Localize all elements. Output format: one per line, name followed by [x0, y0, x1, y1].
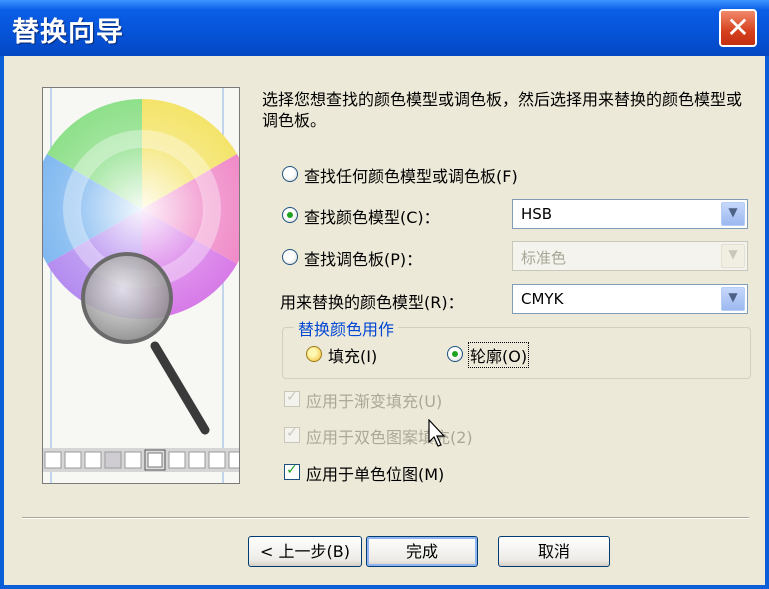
radio-find-color-model-label[interactable]: 查找颜色模型(C)： [304, 204, 440, 228]
checkbox-gradient-fill: ✓ [284, 389, 300, 407]
back-button[interactable]: < 上一步(B) [248, 536, 362, 567]
radio-find-palette-label[interactable]: 查找调色板(P)： [304, 246, 422, 270]
radio-find-color-model[interactable] [282, 207, 298, 223]
dropdown-button-disabled: ▼ [721, 244, 745, 268]
find-color-model-select[interactable]: HSB ▼ [512, 199, 748, 229]
radio-outline-label[interactable]: 轮廓(O) [468, 342, 530, 368]
preview-image [42, 87, 240, 484]
radio-find-palette[interactable] [282, 249, 298, 265]
find-palette-select: 标准色 ▼ [512, 241, 748, 271]
replace-usage-group-title: 替换颜色用作 [294, 316, 399, 340]
radio-find-any[interactable] [282, 166, 298, 182]
checkbox-monochrome-bitmap[interactable]: ✓ [284, 462, 300, 480]
mouse-pointer-icon [428, 419, 446, 447]
checkmark-icon: ✓ [286, 389, 298, 405]
cancel-button[interactable]: 取消 [498, 536, 610, 567]
dropdown-button[interactable]: ▼ [721, 287, 745, 311]
checkmark-icon: ✓ [286, 425, 298, 441]
checkbox-two-color-pattern: ✓ [284, 425, 300, 443]
color-wheel-magnifier-illustration [43, 88, 239, 483]
checkmark-icon: ✓ [286, 462, 298, 478]
separator [22, 517, 749, 519]
find-palette-value: 标准色 [521, 249, 567, 267]
close-button[interactable]: ✕ [719, 9, 757, 47]
swatch-strip [43, 448, 239, 472]
chevron-down-icon: ▼ [728, 205, 738, 219]
instruction-text: 选择您想查找的颜色模型或调色板，然后选择用来替换的颜色模型或调色板。 [262, 90, 743, 130]
radio-outline[interactable] [447, 346, 463, 362]
dialog-body: 选择您想查找的颜色模型或调色板，然后选择用来替换的颜色模型或调色板。 查找任何颜… [4, 56, 765, 585]
dialog-window: 替换向导 ✕ 选择您想查找的颜色模型或调色板，然后选择用来替换的颜色模型或调色板… [0, 0, 769, 589]
replace-model-label: 用来替换的颜色模型(R)： [280, 293, 464, 312]
find-color-model-value: HSB [521, 205, 553, 223]
replace-color-model-select[interactable]: CMYK ▼ [512, 284, 748, 314]
radio-find-any-label[interactable]: 查找任何颜色模型或调色板(F) [304, 163, 518, 187]
chevron-down-icon: ▼ [728, 290, 738, 304]
checkbox-gradient-fill-label: 应用于渐变填充(U) [306, 392, 443, 411]
dropdown-button[interactable]: ▼ [721, 202, 745, 226]
radio-fill-label[interactable]: 填充(I) [328, 343, 377, 367]
close-icon: ✕ [726, 11, 750, 44]
chevron-down-icon: ▼ [728, 247, 738, 261]
radio-fill[interactable] [306, 346, 322, 362]
finish-button[interactable]: 完成 [366, 536, 478, 567]
checkbox-monochrome-bitmap-label[interactable]: 应用于单色位图(M) [306, 461, 444, 485]
window-title: 替换向导 [12, 17, 124, 48]
title-bar[interactable]: 替换向导 ✕ [0, 0, 769, 56]
replace-color-model-value: CMYK [521, 290, 564, 308]
